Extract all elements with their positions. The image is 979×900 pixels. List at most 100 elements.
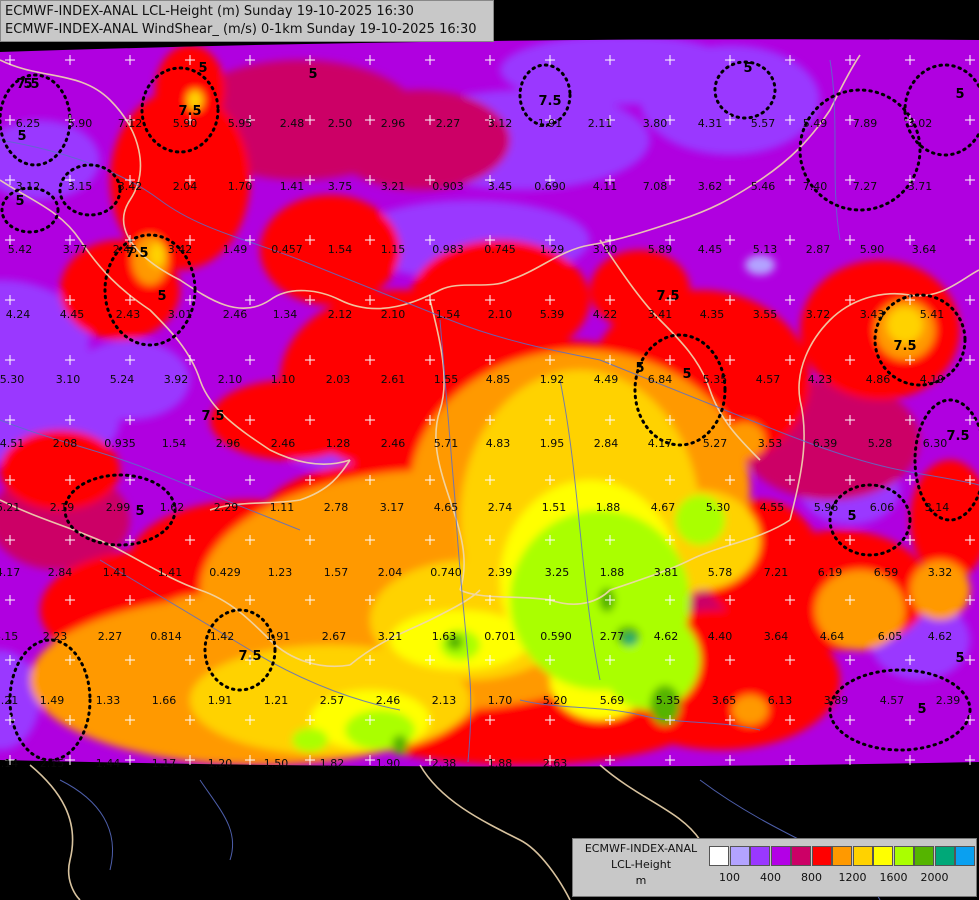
shear-value: 1.91 [208,694,233,707]
shear-value: 2.45 [113,243,138,256]
contour-label-10: 5 [157,289,166,304]
contour-label-22: 5 [23,77,32,92]
shear-value: 2.61 [381,373,406,386]
title-lcl-height: ECMWF-INDEX-ANAL LCL-Height (m) Sunday 1… [5,4,414,19]
shear-value: 5.90 [173,117,198,130]
shear-value: 5.30 [0,373,24,386]
shear-value: 0.690 [534,180,566,193]
shear-value: 4.83 [486,437,511,450]
shear-value: 0.745 [484,243,516,256]
shear-value: 2.46 [381,437,406,450]
shear-value: 0.814 [150,630,182,643]
shear-value: 2.21 [0,694,18,707]
shear-value: 5.90 [68,117,93,130]
shear-value: 7.27 [853,180,878,193]
shear-value: 2.87 [806,243,831,256]
shear-value: 1.88 [600,566,625,579]
shear-value: 1.55 [434,373,459,386]
shear-value: 1.54 [328,243,353,256]
shear-value: 2.15 [40,757,65,770]
shear-value: 3.53 [758,437,783,450]
shear-value: 0.983 [432,243,464,256]
shear-value: 3.43 [860,308,885,321]
shear-value: 7.21 [764,566,789,579]
shear-value: 1.21 [264,694,289,707]
contour-label-12: 7.5 [893,339,916,354]
shear-value: 2.27 [98,630,123,643]
shear-value: 3.64 [764,630,789,643]
shear-value: 6.13 [768,694,793,707]
shear-value: 2.46 [223,308,248,321]
legend-swatch-7 [852,846,873,866]
shear-value: 1.34 [273,308,298,321]
shear-value: 2.13 [432,694,457,707]
shear-value: 5.20 [543,694,568,707]
shear-value: 6.19 [818,566,843,579]
shear-value: 1.88 [488,757,513,770]
contour-label-21: 5 [917,702,926,717]
shear-value: 7.08 [643,180,668,193]
shear-value: 1.20 [208,757,233,770]
shear-value: 2.27 [436,117,461,130]
field-blob-6 [500,39,740,105]
shear-value: 4.57 [880,694,905,707]
color-legend: ECMWF-INDEX-ANAL LCL-Height m 100 400 800 1… [572,838,977,897]
shear-value: 2.63 [543,757,568,770]
shear-value: 6.30 [923,437,948,450]
shear-value: 1.91 [538,117,563,130]
shear-value: 2.48 [280,117,305,130]
shear-value: 6.21 [0,501,20,514]
shear-value: 1.91 [266,630,291,643]
shear-value: 4.17 [0,566,20,579]
shear-value: 2.10 [488,308,513,321]
shear-value: 1.88 [596,501,621,514]
shear-value: 2.67 [322,630,347,643]
shear-value: 2.74 [488,501,513,514]
field-blob-16 [330,90,510,190]
shear-value: 1.11 [270,501,295,514]
contour-label-15: 7.5 [201,409,224,424]
shear-value: 1.54 [162,437,187,450]
shear-value: 5.24 [110,373,135,386]
legend-tick-0: 100 [719,871,740,884]
shear-value: 1.10 [271,373,296,386]
contour-label-2: 5 [743,61,752,76]
legend-tick-2: 800 [801,871,822,884]
shear-value: 1.54 [436,308,461,321]
shear-value: 1.49 [223,243,248,256]
contour-label-5: 5 [955,87,964,102]
shear-value: 4.51 [0,437,24,450]
shear-value: 2.46 [376,694,401,707]
shear-value: 3.55 [753,308,778,321]
shear-value: 1.17 [152,757,177,770]
title-windshear: ECMWF-INDEX-ANAL WindShear_ (m/s) 0-1km … [5,22,477,37]
shear-value: 2.38 [432,757,457,770]
shear-value: 4.22 [593,308,618,321]
legend-swatch-8 [873,846,893,866]
shear-value: 2.39 [488,566,513,579]
shear-value: 2.57 [320,694,345,707]
shear-value: 1.41 [103,566,128,579]
shear-value: 4.24 [6,308,31,321]
shear-value: 4.62 [654,630,679,643]
shear-value: 0.701 [484,630,516,643]
shear-value: 1.33 [96,694,121,707]
shear-value: 4.64 [820,630,845,643]
shear-value: 6.05 [878,630,903,643]
shear-value: 3.80 [643,117,668,130]
shear-value: 2.14 [0,757,18,770]
shear-value: 4.45 [698,243,723,256]
shear-value: 3.02 [908,117,933,130]
shear-value: 3.92 [164,373,189,386]
shear-value: 0.457 [271,243,303,256]
shear-value: 3.21 [378,630,403,643]
shear-value: 2.08 [53,437,78,450]
legend-swatch-9 [893,846,914,866]
shear-value: 4.15 [0,630,18,643]
legend-swatch-1 [729,846,750,866]
contour-label-8: 5 [15,194,24,209]
shear-value: 2.39 [936,694,961,707]
shear-value: 5.69 [600,694,625,707]
field-blob-64 [292,728,328,752]
shear-value: 1.70 [488,694,513,707]
